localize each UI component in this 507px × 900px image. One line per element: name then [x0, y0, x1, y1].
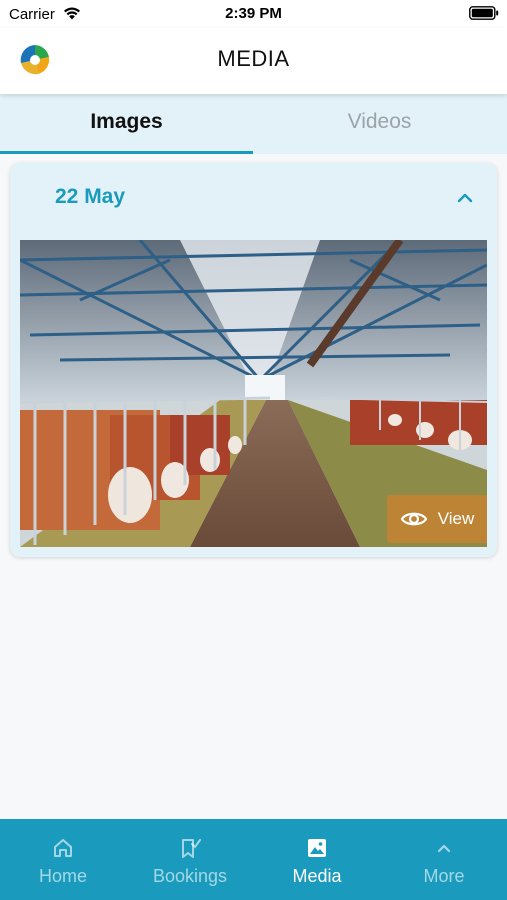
view-button-label: View	[437, 509, 475, 528]
bottom-navigation: Home Bookings Media More	[0, 819, 507, 900]
nav-home[interactable]: Home	[0, 819, 126, 900]
media-tabs: Images Videos	[0, 94, 507, 154]
tab-images[interactable]: Images	[0, 94, 253, 154]
collapse-chevron-icon[interactable]	[457, 190, 473, 208]
media-screen: Carrier 2:39 PM MEDIA Images Videos 22 M…	[0, 0, 507, 900]
app-header: MEDIA	[0, 28, 507, 94]
nav-media-label: Media	[292, 866, 342, 886]
nav-more[interactable]: More	[381, 819, 507, 900]
bookings-icon	[127, 837, 253, 859]
chevron-up-icon	[381, 837, 507, 859]
nav-bookings-label: Bookings	[152, 866, 228, 886]
tab-videos[interactable]: Videos	[253, 94, 506, 154]
barn-photo-thumbnail[interactable]: View	[20, 240, 487, 547]
eye-icon	[400, 512, 427, 526]
image-icon	[254, 837, 380, 859]
nav-more-label: More	[423, 866, 465, 886]
page-title: MEDIA	[217, 46, 290, 71]
active-tab-indicator	[0, 151, 253, 154]
status-bar: Carrier 2:39 PM	[0, 0, 507, 28]
media-group-card: 22 May View	[10, 163, 497, 557]
view-button[interactable]: View	[387, 495, 487, 543]
nav-bookings[interactable]: Bookings	[127, 819, 253, 900]
group-date[interactable]: 22 May	[55, 185, 125, 209]
nav-media[interactable]: Media	[254, 819, 380, 900]
home-icon	[0, 837, 126, 859]
battery-icon	[469, 6, 499, 25]
nav-home-label: Home	[38, 866, 87, 886]
clock: 2:39 PM	[225, 5, 282, 22]
